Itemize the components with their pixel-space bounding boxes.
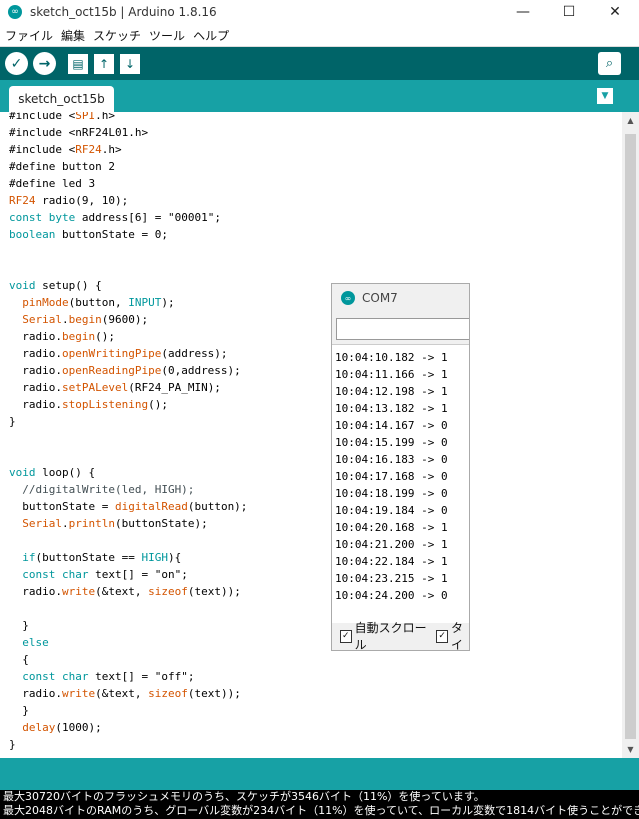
menu-file[interactable]: ファイル: [5, 27, 53, 44]
code-line: radio.write(&text, sizeof(text));: [9, 687, 241, 700]
menu-edit[interactable]: 編集: [61, 27, 85, 44]
serial-output-text: 10:04:10.182 -> 1 10:04:11.166 -> 1 10:04:…: [332, 345, 469, 604]
verify-button[interactable]: ✓: [5, 52, 28, 75]
serial-line: 10:04:23.215 -> 1: [335, 572, 448, 585]
code-line: const byte address[6] = "00001";: [9, 211, 221, 224]
menu-bar: ファイル 編集 スケッチ ツール ヘルプ: [0, 24, 639, 47]
serial-line: 10:04:21.200 -> 1: [335, 538, 448, 551]
code-line: #include <SPI.h>: [9, 112, 115, 122]
serial-line: 10:04:17.168 -> 0: [335, 470, 448, 483]
code-line: const char text[] = "on";: [22, 568, 188, 581]
code-line: radio.openReadingPipe(0,address);: [9, 364, 241, 377]
code-line: }: [9, 738, 16, 751]
code-line: void loop() {: [9, 466, 96, 479]
serial-send-input[interactable]: [336, 318, 469, 340]
serial-footer: ✓ 自動スクロール ✓ タイ: [332, 621, 469, 651]
timestamp-checkbox[interactable]: ✓: [436, 629, 448, 643]
code-line: buttonState = digitalRead(button);: [9, 500, 248, 513]
console-line: 最大30720バイトのフラッシュメモリのうち、スケッチが3546バイト（11%）…: [3, 790, 485, 803]
window-title: sketch_oct15b | Arduino 1.8.16: [30, 5, 217, 19]
code-line: radio.write(&text, sizeof(text));: [9, 585, 241, 598]
serial-line: 10:04:12.198 -> 1: [335, 385, 448, 398]
code-line: }: [9, 415, 16, 428]
maximize-button[interactable]: ☐: [546, 0, 592, 24]
menu-help[interactable]: ヘルプ: [193, 27, 229, 44]
code-line: void setup() {: [9, 279, 102, 292]
code-line: #include <nRF24L01.h>: [9, 126, 149, 139]
serial-line: 10:04:10.182 -> 1: [335, 351, 448, 364]
serial-line: 10:04:20.168 -> 1: [335, 521, 448, 534]
code-line: radio.stopListening();: [9, 398, 168, 411]
serial-line: 10:04:19.184 -> 0: [335, 504, 448, 517]
scrollbar-thumb[interactable]: [625, 134, 636, 739]
serial-line: 10:04:14.167 -> 0: [335, 419, 448, 432]
upload-button[interactable]: →: [33, 52, 56, 75]
code-line: else: [22, 636, 49, 649]
code-line: #define led 3: [9, 177, 96, 190]
code-text: #include <SPI.h> #include <nRF24L01.h> #in…: [9, 112, 247, 753]
serial-monitor-title: COM7: [362, 291, 398, 305]
save-sketch-button[interactable]: ↓: [120, 53, 140, 74]
status-bar: [0, 758, 639, 790]
code-line: }: [9, 704, 29, 717]
console-output: 最大30720バイトのフラッシュメモリのうち、スケッチが3546バイト（11%）…: [0, 790, 639, 819]
menu-tools[interactable]: ツール: [149, 27, 185, 44]
code-line: boolean buttonState = 0;: [9, 228, 168, 241]
code-line: {: [9, 653, 29, 666]
scroll-up-icon[interactable]: ▲: [622, 112, 639, 129]
serial-line: 10:04:11.166 -> 1: [335, 368, 448, 381]
serial-monitor-titlebar: ∞ COM7: [332, 284, 469, 312]
serial-line: 10:04:13.182 -> 1: [335, 402, 448, 415]
new-sketch-button[interactable]: ▤: [68, 53, 88, 74]
tab-menu-chevron-down-icon[interactable]: ▼: [597, 88, 613, 104]
serial-monitor-window: ∞ COM7 10:04:10.182 -> 1 10:04:11.166 -> …: [331, 283, 470, 651]
code-line: radio.begin();: [9, 330, 115, 343]
code-line: delay(1000);: [22, 721, 102, 734]
serial-monitor-button[interactable]: ⌕: [598, 52, 621, 75]
code-line: #include <RF24.h>: [9, 143, 122, 156]
autoscroll-checkbox[interactable]: ✓: [340, 629, 352, 643]
close-button[interactable]: ✕: [592, 0, 638, 24]
serial-line: 10:04:18.199 -> 0: [335, 487, 448, 500]
timestamp-label: タイ: [450, 621, 463, 651]
serial-line: 10:04:15.199 -> 0: [335, 436, 448, 449]
code-line: Serial.begin(9600);: [22, 313, 149, 326]
tab-strip: sketch_oct15b ▼: [0, 80, 639, 112]
code-line: #define button 2: [9, 160, 115, 173]
arduino-logo-icon: ∞: [8, 5, 22, 19]
code-line: //digitalWrite(led, HIGH);: [9, 483, 195, 496]
code-line: RF24 radio(9, 10);: [9, 194, 129, 207]
console-line: 最大2048バイトのRAMのうち、グローバル変数が234バイト（11%）を使って…: [3, 804, 639, 817]
code-line: if(buttonState == HIGH){: [22, 551, 182, 564]
serial-line: 10:04:22.184 -> 1: [335, 555, 448, 568]
code-line: }: [9, 619, 29, 632]
menu-sketch[interactable]: スケッチ: [93, 27, 141, 44]
code-line: const char text[] = "off";: [22, 670, 195, 683]
code-line: radio.setPALevel(RF24_PA_MIN);: [9, 381, 221, 394]
code-line: pinMode(button, INPUT);: [22, 296, 175, 309]
toolbar: ✓ → ▤ ↑ ↓ ⌕: [0, 47, 639, 80]
code-line: Serial.println(buttonState);: [22, 517, 208, 530]
editor-scrollbar[interactable]: ▲ ▼: [622, 112, 639, 758]
tab-sketch-oct15b[interactable]: sketch_oct15b: [9, 86, 114, 112]
code-editor[interactable]: #include <SPI.h> #include <nRF24L01.h> #in…: [0, 112, 622, 758]
autoscroll-label: 自動スクロール: [354, 621, 427, 651]
scroll-down-icon[interactable]: ▼: [622, 741, 639, 758]
serial-output[interactable]: 10:04:10.182 -> 1 10:04:11.166 -> 1 10:04:…: [332, 344, 469, 623]
open-sketch-button[interactable]: ↑: [94, 53, 114, 74]
serial-line: 10:04:24.200 -> 0: [335, 589, 448, 602]
arduino-logo-icon: ∞: [341, 291, 355, 305]
minimize-button[interactable]: —: [500, 0, 546, 24]
serial-line: 10:04:16.183 -> 0: [335, 453, 448, 466]
code-line: radio.openWritingPipe(address);: [9, 347, 228, 360]
